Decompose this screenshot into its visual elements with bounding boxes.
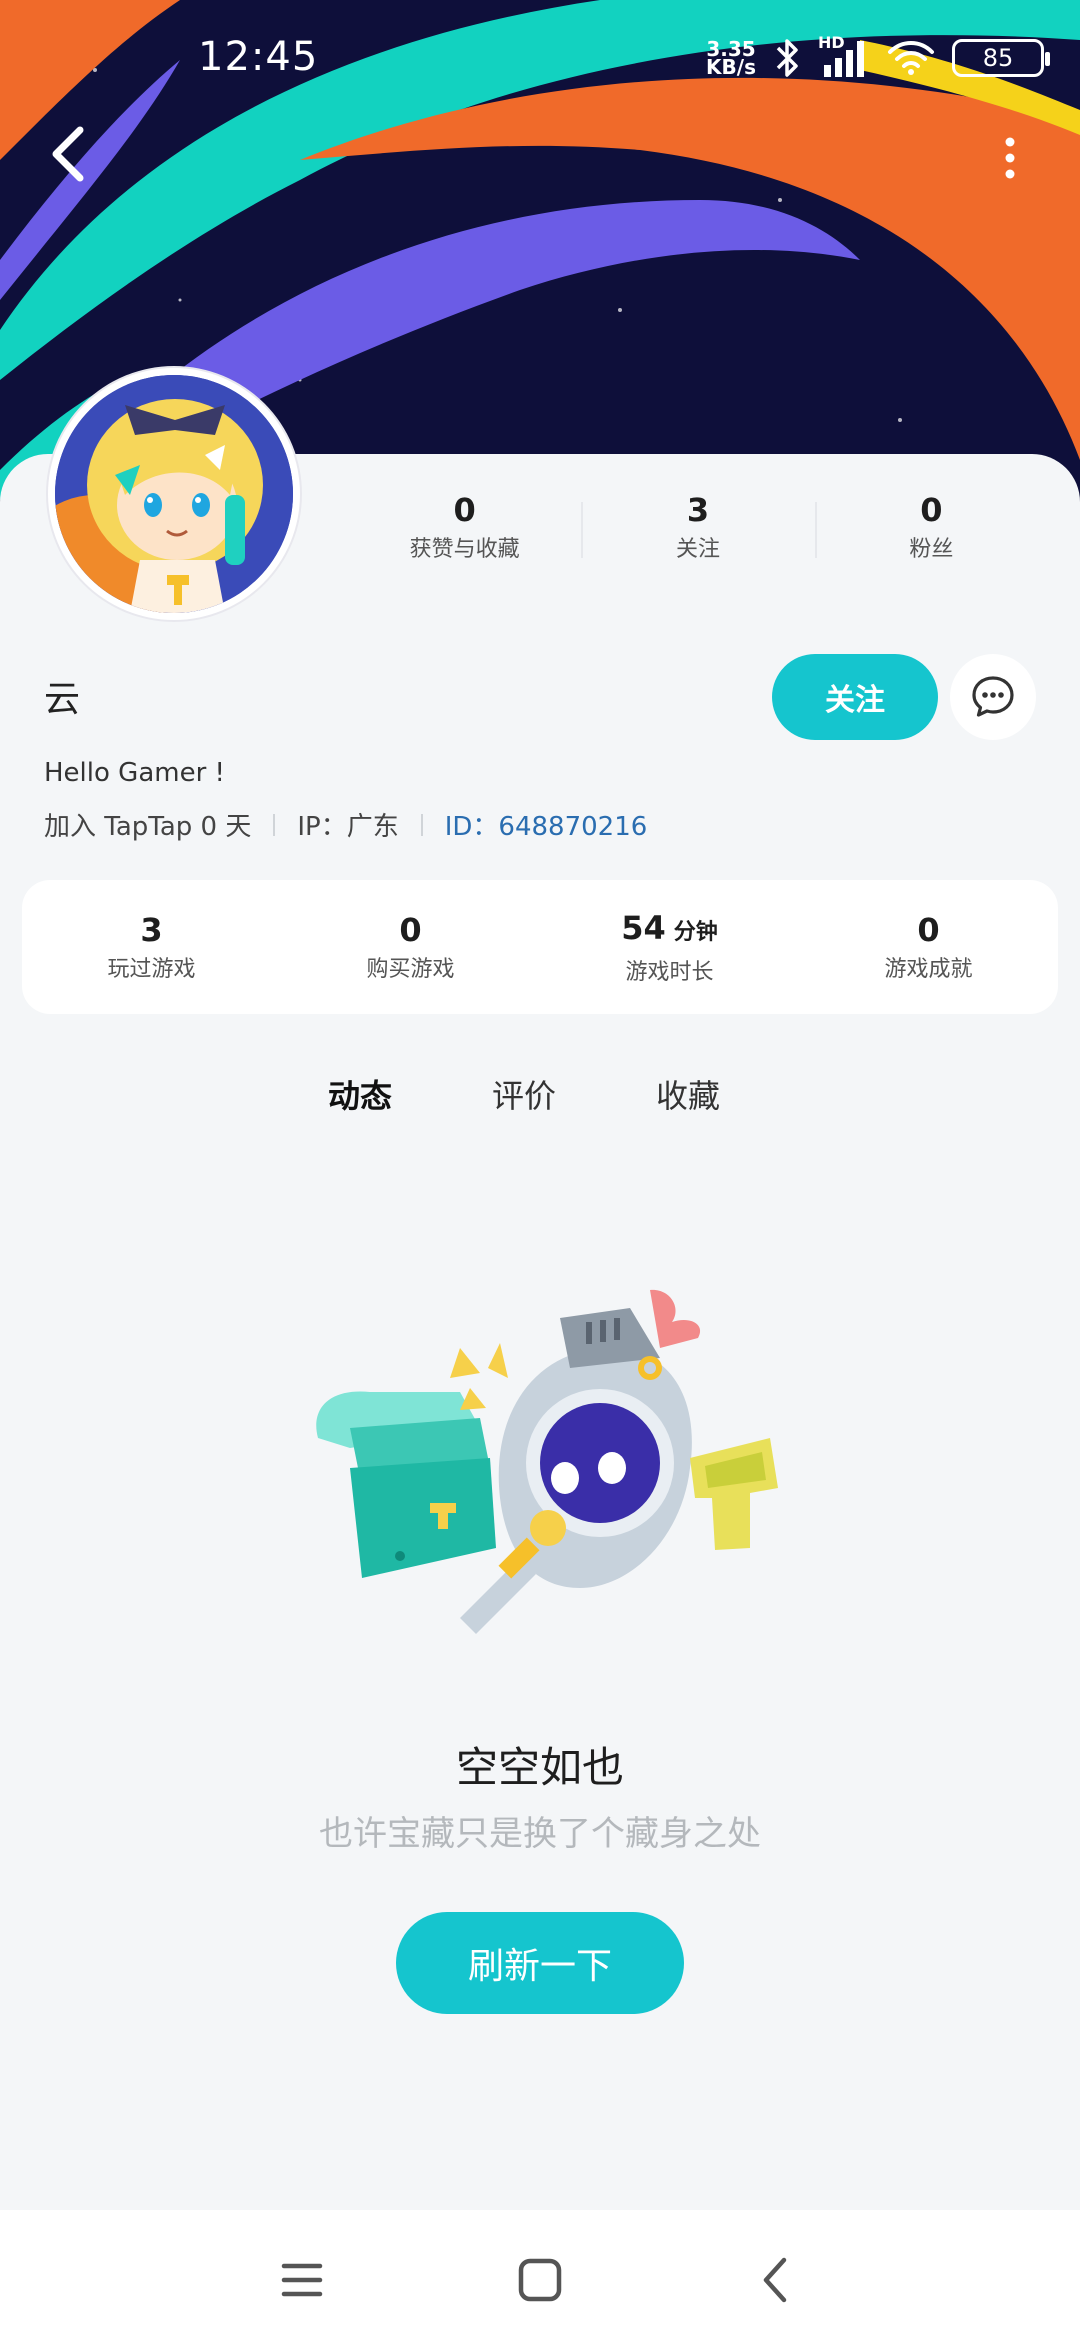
stat-unit: 分钟: [673, 919, 718, 945]
follow-button[interactable]: 关注: [772, 654, 938, 740]
more-vertical-icon: [1005, 137, 1015, 179]
menu-icon: [281, 2263, 323, 2297]
stat-label: 游戏时长: [625, 959, 714, 985]
empty-state-title: 空空如也: [455, 1743, 624, 1792]
stat-label: 粉丝: [909, 537, 954, 562]
refresh-button[interactable]: 刷新一下: [396, 1912, 684, 2014]
network-speed: 3.35 KB/s: [706, 39, 756, 79]
profile-meta: 加入 TapTap 0 天 IP：广东 ID：648870216: [44, 806, 647, 843]
status-icons: 3.35 KB/s HD 85: [706, 33, 1050, 80]
stat-followers[interactable]: 0 粉丝: [814, 488, 1048, 568]
stat-value: 54: [621, 908, 666, 947]
user-id[interactable]: ID：648870216: [445, 806, 648, 843]
stat-label: 购买游戏: [366, 957, 455, 982]
stat-label: 获赞与收藏: [409, 537, 520, 562]
back-button[interactable]: [40, 122, 96, 186]
ip-location: IP：广东: [297, 812, 399, 842]
stat-label: 玩过游戏: [107, 957, 196, 982]
stat-label: 关注: [675, 537, 720, 562]
network-type-label: HD: [818, 33, 845, 52]
chevron-left-icon: [52, 126, 84, 182]
stat-purchased-games[interactable]: 0 购买游戏: [281, 908, 540, 986]
home-icon: [518, 2258, 562, 2302]
nav-back-button[interactable]: [746, 2250, 806, 2310]
back-arrow-icon: [763, 2257, 787, 2303]
tab-label: 收藏: [656, 1077, 721, 1115]
empty-state-subtitle: 也许宝藏只是换了个藏身之处: [319, 1814, 761, 1854]
stat-label: 游戏成就: [884, 957, 973, 982]
stat-following[interactable]: 3 关注: [581, 488, 814, 568]
username: 云: [44, 679, 81, 720]
stat-achievements[interactable]: 0 游戏成就: [799, 908, 1058, 986]
stat-value: 0: [453, 491, 476, 529]
divider: [420, 813, 423, 836]
divider: [273, 813, 276, 836]
treasure-chest-icon: [316, 1391, 496, 1578]
avatar-image: [55, 375, 293, 613]
more-options-button[interactable]: [992, 130, 1028, 186]
chat-bubble-icon: [972, 676, 1014, 717]
stat-value: 3: [140, 911, 163, 949]
message-button[interactable]: [950, 654, 1036, 740]
stat-value: 0: [399, 911, 422, 949]
avatar[interactable]: [48, 368, 300, 620]
stat-likes-favorites[interactable]: 0 获赞与收藏: [348, 488, 581, 568]
empty-state-illustration: [316, 1289, 778, 1634]
tab-reviews[interactable]: 评价: [492, 1066, 556, 1136]
cellular-signal: HD: [818, 33, 870, 79]
bio-text: Hello Gamer !: [44, 758, 225, 788]
home-button[interactable]: [510, 2250, 570, 2310]
bluetooth-icon: [776, 39, 798, 77]
status-time: 12:45: [198, 34, 319, 80]
content-tabs: 动态 评价 收藏: [321, 1066, 820, 1136]
status-bar: 12:45 3.35 KB/s HD 85: [0, 0, 1080, 120]
tab-favorites[interactable]: 收藏: [656, 1066, 720, 1136]
stat-play-time[interactable]: 54 分钟 游戏时长: [540, 906, 799, 989]
stat-value: 3: [686, 491, 710, 529]
system-navigation-bar: [0, 2210, 1080, 2340]
game-stats-card: 3 玩过游戏 0 购买游戏 54 分钟 游戏时长 0 游戏成就: [22, 880, 1058, 1014]
battery-indicator: 85: [952, 39, 1050, 77]
stat-value: 0: [920, 491, 943, 529]
knight-mascot-icon: [450, 1289, 778, 1634]
battery-level: 85: [982, 44, 1014, 72]
tab-label: 动态: [328, 1077, 393, 1115]
social-stats: 0 获赞与收藏 3 关注 0 粉丝: [348, 488, 1048, 568]
stat-played-games[interactable]: 3 玩过游戏: [22, 908, 281, 986]
wifi-icon: [888, 41, 934, 75]
join-duration: 加入 TapTap 0 天: [44, 812, 252, 842]
tab-moments[interactable]: 动态: [321, 1066, 399, 1136]
tab-label: 评价: [492, 1077, 557, 1115]
menu-button[interactable]: [272, 2250, 332, 2310]
network-speed-unit: KB/s: [706, 55, 756, 79]
stat-value: 0: [917, 911, 940, 949]
